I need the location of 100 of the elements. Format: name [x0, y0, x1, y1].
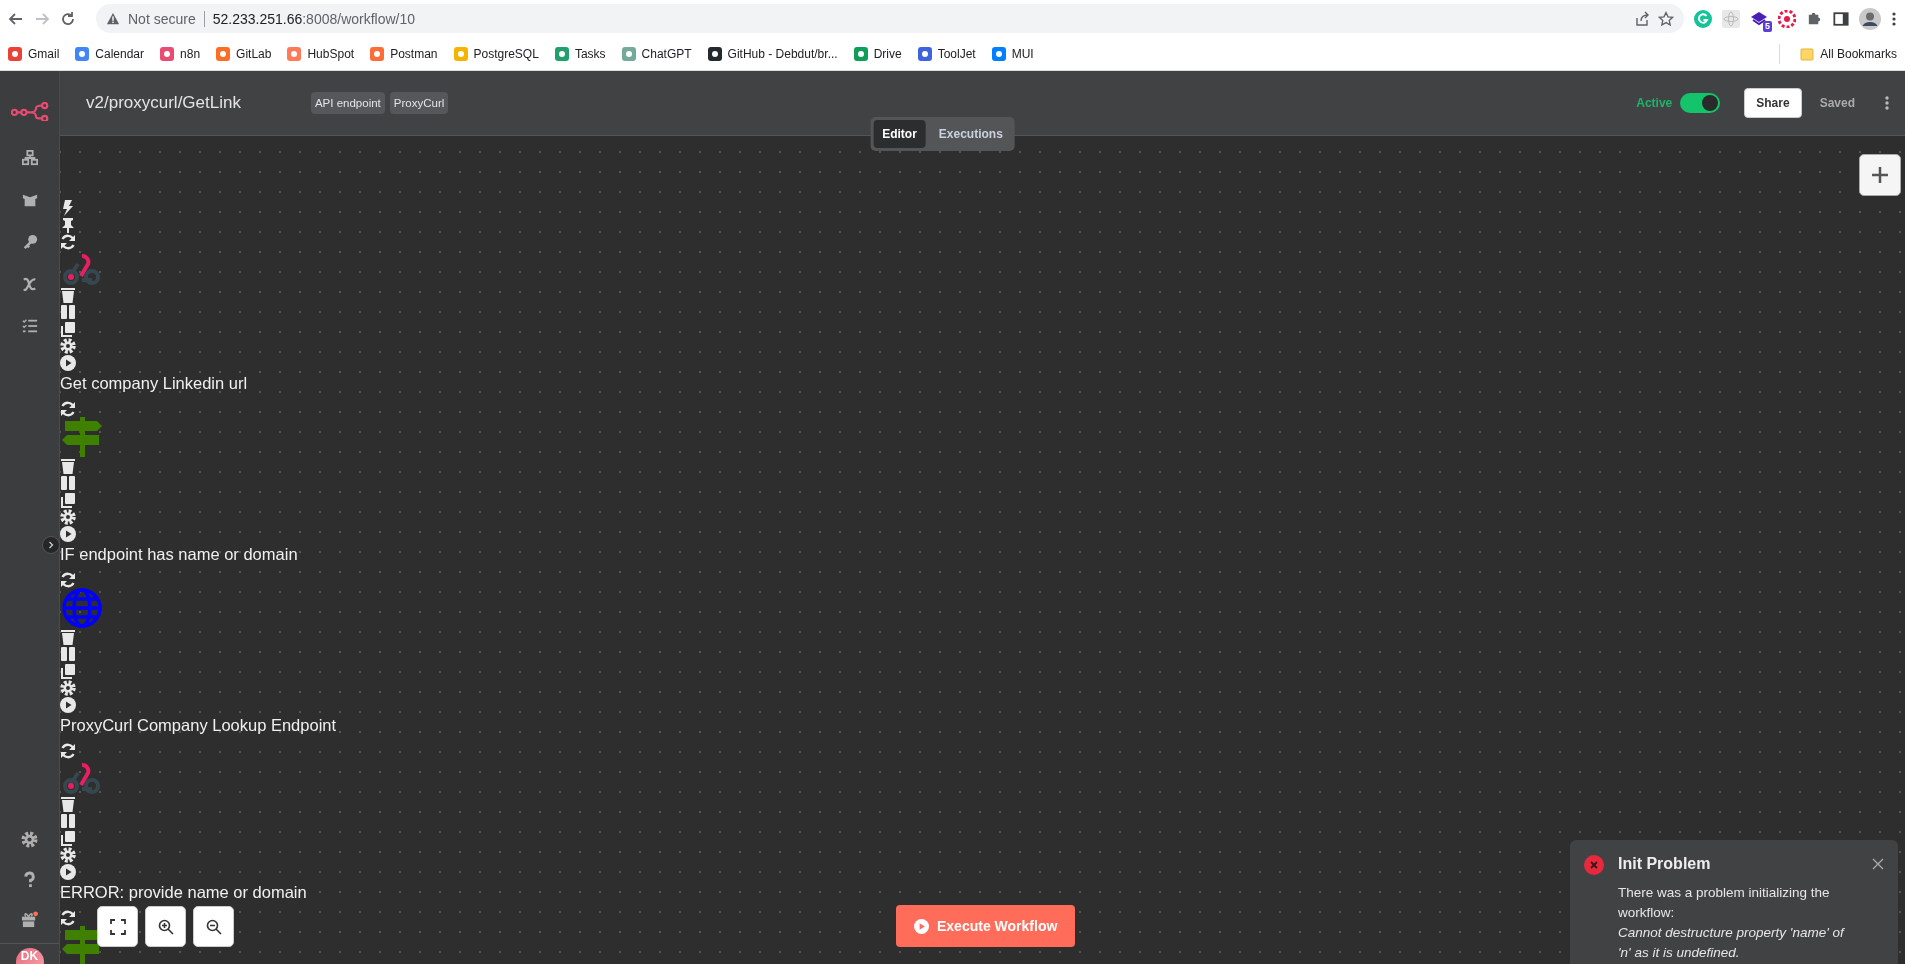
tab[interactable]: Executions	[929, 120, 1012, 148]
copy-icon[interactable]	[60, 491, 76, 508]
extension-badge: 5	[1763, 20, 1772, 32]
refresh-icon[interactable]	[60, 909, 76, 926]
zoom-out-button[interactable]	[193, 906, 234, 947]
bookmark[interactable]: MUI	[991, 46, 1034, 61]
pause-icon[interactable]	[60, 474, 76, 491]
tab[interactable]: Editor	[873, 120, 926, 148]
bookmark[interactable]: ChatGPT	[621, 46, 692, 61]
toast-message: There was a problem initializing the workflow: Cannot destructure property 'name' of 'n' as it is undefined.	[1618, 884, 1846, 962]
copy-icon[interactable]	[60, 662, 76, 679]
pin-icon[interactable]	[60, 216, 76, 233]
security-label: Not secure	[128, 10, 196, 27]
play-icon	[914, 918, 929, 934]
bookmark-label: Calendar	[95, 46, 145, 61]
tag[interactable]: ProxyCurl	[389, 92, 449, 114]
bookmark-label: ToolJet	[937, 46, 976, 61]
add-node-button[interactable]	[1859, 154, 1901, 196]
hierarchy-icon[interactable]	[21, 150, 38, 166]
bookmark-label: GitHub - Debdut/br...	[727, 46, 838, 61]
key-icon[interactable]	[21, 234, 38, 250]
gear-icon[interactable]	[60, 846, 76, 863]
logo-icon	[10, 101, 49, 121]
node-label[interactable]: IF endpoint has name or domain	[60, 542, 298, 566]
folder-label: All Bookmarks	[1820, 46, 1897, 61]
gear-icon[interactable]	[60, 337, 76, 354]
bookmark[interactable]: Gmail	[8, 46, 60, 61]
toast-title: Init Problem	[1618, 855, 1712, 873]
help-icon[interactable]	[21, 870, 38, 888]
gear-icon[interactable]	[60, 508, 76, 525]
bookmark[interactable]: GitLab	[216, 46, 272, 61]
settings-icon[interactable]	[21, 830, 38, 848]
side-panel-icon[interactable]	[1833, 10, 1849, 27]
trash-icon[interactable]	[60, 628, 76, 645]
trash-icon[interactable]	[60, 795, 76, 812]
close-icon[interactable]	[1872, 858, 1884, 870]
bookmark[interactable]: GitHub - Debdut/br...	[707, 46, 838, 61]
pause-icon[interactable]	[60, 645, 76, 662]
active-label: Active	[1636, 96, 1673, 110]
bookmark-folder[interactable]: All Bookmarks	[1800, 46, 1897, 61]
gear-icon[interactable]	[60, 679, 76, 696]
star-icon[interactable]	[1658, 10, 1674, 27]
folder-icon	[1800, 46, 1815, 61]
share-button[interactable]: Share	[1744, 88, 1802, 118]
bolt-icon[interactable]	[60, 199, 76, 216]
refresh-icon[interactable]	[60, 233, 76, 250]
zoom-in-icon	[157, 918, 174, 935]
refresh-icon[interactable]	[60, 400, 76, 417]
reload-icon[interactable]	[60, 10, 76, 27]
copy-icon[interactable]	[60, 829, 76, 846]
play-icon[interactable]	[60, 354, 76, 371]
play-icon[interactable]	[60, 525, 76, 542]
plus-icon	[1871, 166, 1889, 184]
workflow-title[interactable]: v2/proxycurl/GetLink	[86, 93, 241, 113]
variable-icon[interactable]	[21, 276, 38, 292]
share-icon[interactable]	[1634, 10, 1650, 27]
bookmark[interactable]: Tasks	[554, 46, 606, 61]
bookmark-label: Gmail	[28, 46, 60, 61]
trash-icon[interactable]	[60, 457, 76, 474]
box-icon[interactable]	[21, 192, 38, 208]
node-label[interactable]: Get company Linkedin url	[60, 371, 248, 395]
bookmark-label: Tasks	[574, 46, 606, 61]
active-toggle[interactable]	[1680, 93, 1721, 113]
bookmark-label: n8n	[180, 46, 201, 61]
more-icon[interactable]	[1885, 96, 1889, 110]
tag[interactable]: API endpoint	[310, 92, 385, 114]
node-label[interactable]: ERROR: provide name or domain	[60, 880, 307, 904]
extension-icon[interactable]	[1750, 9, 1768, 28]
bookmark-label: Drive	[873, 46, 902, 61]
trash-icon[interactable]	[60, 286, 76, 303]
refresh-icon[interactable]	[60, 571, 76, 588]
gift-icon[interactable]	[21, 910, 38, 928]
collapse-button[interactable]	[42, 536, 60, 554]
play-icon[interactable]	[60, 696, 76, 713]
bookmark[interactable]: n8n	[160, 46, 201, 61]
puzzle-icon[interactable]	[1806, 10, 1823, 27]
fit-view-button[interactable]	[97, 906, 138, 947]
avatar-icon[interactable]	[1859, 7, 1881, 30]
extension-icon[interactable]	[1778, 9, 1796, 28]
bookmark[interactable]: ToolJet	[917, 46, 976, 61]
copy-icon[interactable]	[60, 320, 76, 337]
bookmark[interactable]: HubSpot	[287, 46, 355, 61]
chevron-icon	[47, 541, 55, 549]
back-icon[interactable]	[8, 10, 24, 27]
bookmark-label: GitLab	[236, 46, 272, 61]
address-bar[interactable]: Not secure 52.233.251.66:8008/workflow/10	[96, 4, 1684, 33]
play-icon[interactable]	[60, 863, 76, 880]
bookmark[interactable]: Calendar	[75, 46, 145, 61]
bookmark[interactable]: Drive	[853, 46, 902, 61]
bookmark[interactable]: PostgreSQL	[453, 46, 539, 61]
pause-icon[interactable]	[60, 812, 76, 829]
bookmark-label: MUI	[1011, 46, 1034, 61]
bookmark[interactable]: Postman	[370, 46, 438, 61]
menu-icon[interactable]	[1891, 10, 1897, 27]
bookmark-label: ChatGPT	[641, 46, 692, 61]
node-label[interactable]: ProxyCurl Company Lookup Endpoint	[60, 713, 337, 737]
zoom-in-button[interactable]	[145, 906, 186, 947]
pause-icon[interactable]	[60, 303, 76, 320]
refresh-icon[interactable]	[60, 742, 76, 759]
task-list-icon[interactable]	[21, 318, 38, 334]
